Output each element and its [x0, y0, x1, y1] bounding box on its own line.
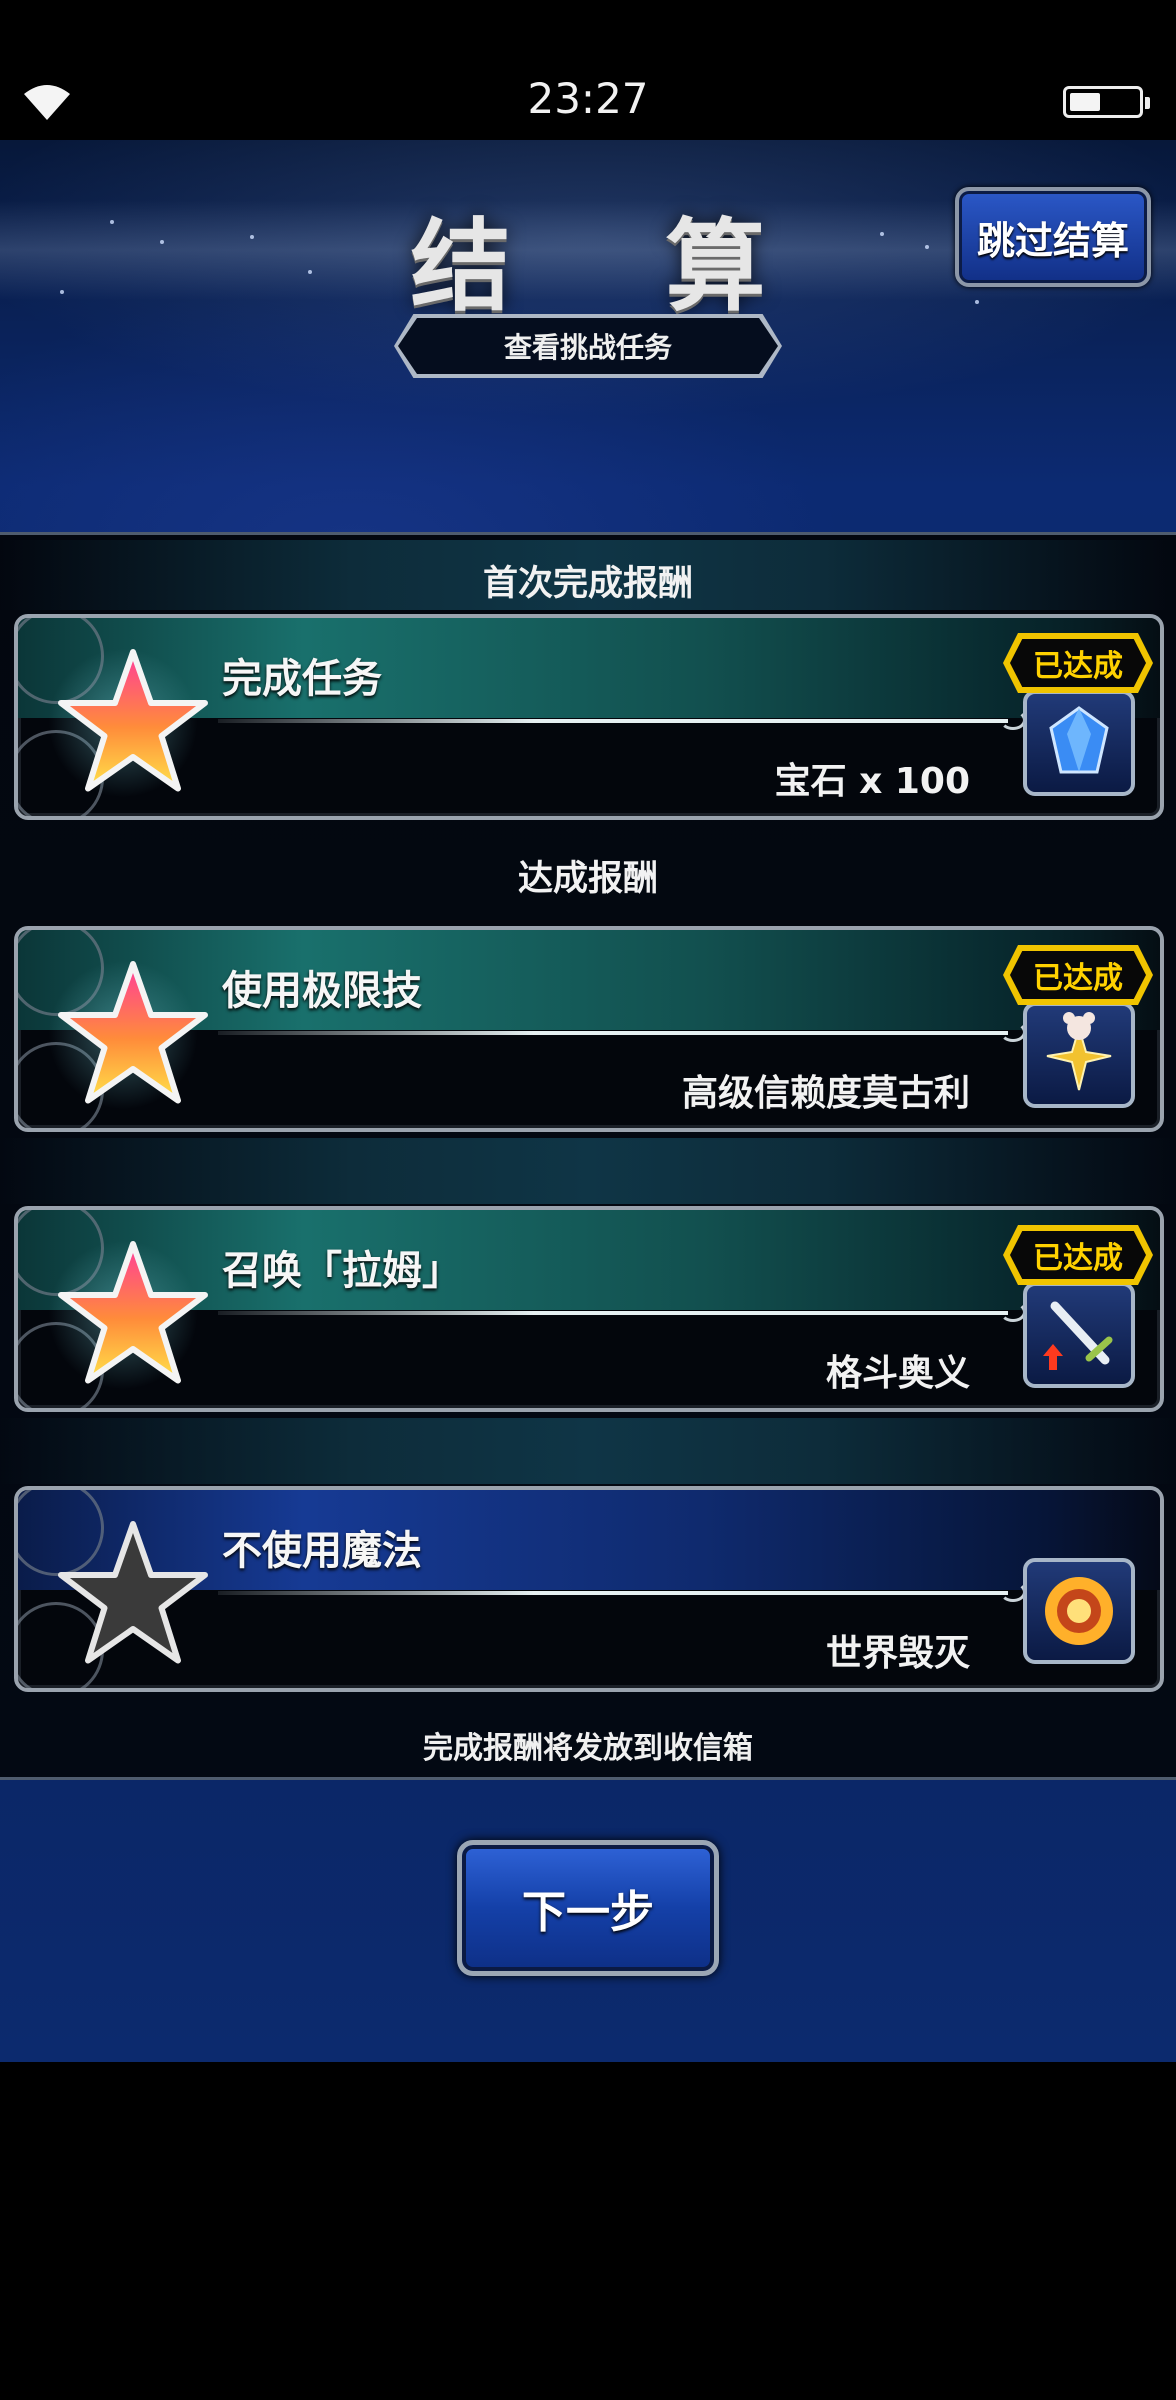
explosion-icon[interactable] [1023, 1558, 1135, 1664]
sword-upgrade-icon[interactable] [1023, 1282, 1135, 1388]
crystal-gem-icon[interactable] [1023, 690, 1135, 796]
skip-results-button[interactable]: 跳过结算 [955, 187, 1151, 287]
star-filled-icon [58, 649, 208, 792]
achieved-badge: 已达成 [1003, 1225, 1153, 1285]
inbox-notice: 完成报酬将发放到收信箱 [423, 1731, 753, 1766]
reward-text: 世界毁灭 [825, 1633, 970, 1674]
star-filled-icon [58, 1241, 208, 1384]
reward-text: 高级信赖度莫古利 [681, 1073, 970, 1114]
mission-card: 完成任务 宝石 x 100 [14, 614, 1164, 820]
view-challenge-button[interactable]: 查看挑战任务 [398, 318, 778, 374]
mission-name: 不使用魔法 [222, 1528, 422, 1574]
reward-text: 格斗奥义 [825, 1353, 970, 1394]
star-filled-icon [58, 961, 208, 1104]
divider [218, 1591, 1008, 1595]
mission-name: 完成任务 [222, 656, 382, 702]
clock: 23:27 [527, 74, 649, 123]
mission-name: 召唤「拉姆」 [222, 1248, 462, 1294]
battery-icon [1063, 86, 1150, 118]
mission-name: 使用极限技 [222, 968, 422, 1014]
mission-card: 使用极限技 高级信赖度莫古利 [14, 926, 1164, 1132]
mission-card: 不使用魔法 世界毁灭 [14, 1486, 1164, 1692]
bottom-bar [0, 2062, 1176, 2400]
divider [218, 1311, 1008, 1315]
section-band [0, 1138, 1176, 1204]
divider [218, 1031, 1008, 1035]
reward-text: 宝石 x 100 [774, 761, 970, 802]
section-title-achievement: 达成报酬 [517, 859, 658, 899]
section-title-first-clear: 首次完成报酬 [482, 564, 693, 604]
section-band [0, 1418, 1176, 1484]
achieved-badge: 已达成 [1003, 633, 1153, 693]
achieved-badge: 已达成 [1003, 945, 1153, 1005]
next-button[interactable]: 下一步 [457, 1840, 719, 1976]
star-empty-icon [58, 1521, 208, 1664]
mission-card: 召唤「拉姆」 格斗奥义 [14, 1206, 1164, 1412]
moogle-star-icon[interactable] [1023, 1002, 1135, 1108]
status-bar: 23:27 [0, 0, 1176, 140]
divider [218, 719, 1008, 723]
